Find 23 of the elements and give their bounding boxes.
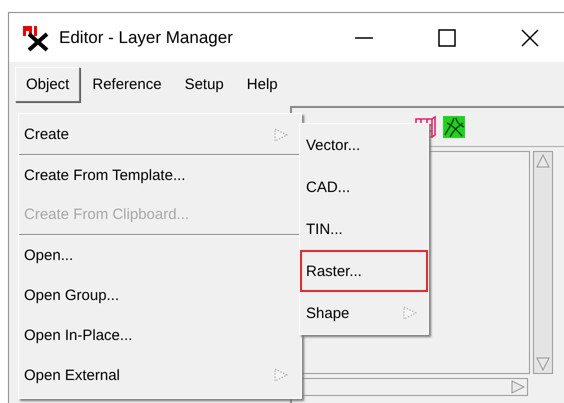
map-icon[interactable] (442, 115, 466, 139)
menu-item[interactable]: Help (236, 66, 289, 102)
menu-item[interactable]: Setup (174, 66, 235, 102)
menu-item[interactable]: Vector... (300, 124, 428, 166)
menu-item[interactable]: Reference (81, 66, 173, 102)
window-title: Editor - Layer Manager (59, 28, 233, 48)
menu-item[interactable]: Object (15, 66, 80, 102)
menu-item[interactable]: Raster... (300, 250, 428, 292)
menu-item[interactable]: Open External (19, 355, 301, 395)
menu-item[interactable]: Create From Template... (19, 155, 301, 195)
menu-item[interactable]: Open... (19, 235, 301, 275)
menu-item[interactable]: Open Group... (19, 275, 301, 315)
submenu-arrow-icon (402, 305, 418, 321)
scroll-right-icon[interactable] (509, 379, 528, 395)
menu-item[interactable]: CAD... (300, 166, 428, 208)
app-logo-icon (21, 24, 51, 52)
close-icon[interactable] (520, 28, 540, 48)
submenu-arrow-icon (273, 367, 289, 383)
submenu-arrow-icon (273, 126, 289, 142)
menu-item[interactable]: TIN... (300, 208, 428, 250)
menu-item[interactable]: Shape (300, 292, 428, 334)
maximize-icon[interactable] (437, 28, 457, 48)
menu-item[interactable]: Open In-Place... (19, 315, 301, 355)
